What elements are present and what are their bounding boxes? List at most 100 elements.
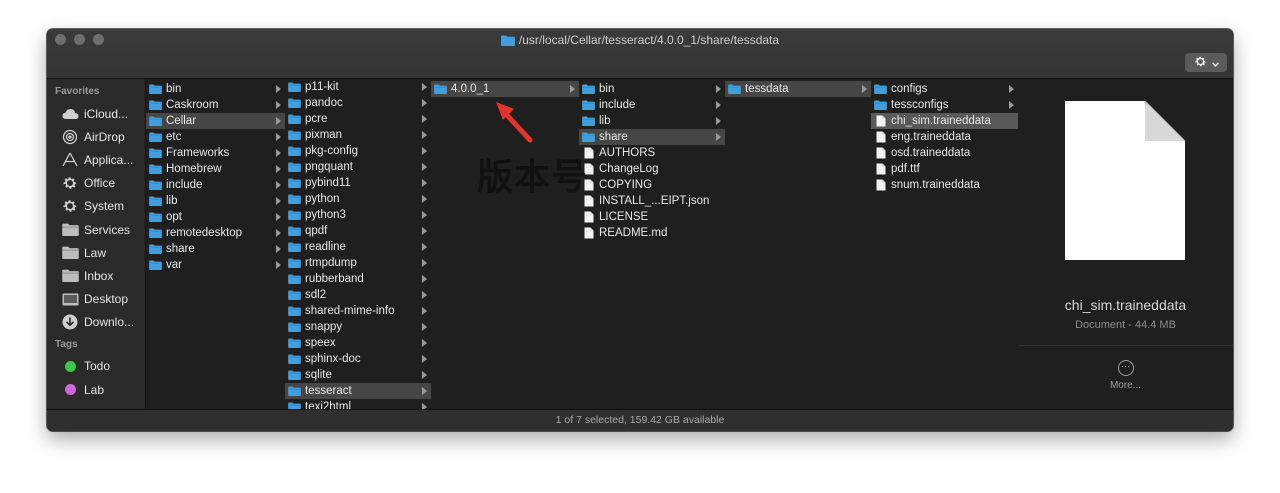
list-item[interactable]: ChangeLog xyxy=(579,161,725,177)
list-item[interactable]: INSTALL_...EIPT.json xyxy=(579,193,725,209)
folder-icon xyxy=(61,223,79,237)
list-item[interactable]: Caskroom xyxy=(146,97,285,113)
item-label: snappy xyxy=(305,321,343,333)
list-item[interactable]: pandoc xyxy=(285,95,431,111)
item-label: opt xyxy=(166,211,182,223)
sidebar-item-services[interactable]: Services xyxy=(47,218,145,241)
list-item[interactable]: tessdata xyxy=(725,81,871,97)
list-item[interactable]: share xyxy=(579,129,725,145)
list-item[interactable]: qpdf xyxy=(285,223,431,239)
sidebar-item-downlo[interactable]: Downlo... xyxy=(47,311,145,334)
chevron-right-icon xyxy=(422,339,427,347)
item-label: tesseract xyxy=(305,385,352,397)
list-item[interactable]: sphinx-doc xyxy=(285,351,431,367)
sidebar-item-label: Applica... xyxy=(84,152,134,167)
list-item[interactable]: chi_sim.traineddata xyxy=(871,113,1018,129)
list-item[interactable]: pixman xyxy=(285,127,431,143)
list-item[interactable]: Homebrew xyxy=(146,161,285,177)
folder-icon xyxy=(288,82,301,93)
folder-icon xyxy=(288,386,301,397)
chevron-right-icon xyxy=(276,85,281,93)
item-label: pcre xyxy=(305,113,328,125)
sidebar-item-label: Downlo... xyxy=(84,315,135,330)
sidebar-tag-lab[interactable]: Lab xyxy=(47,378,145,401)
folder-icon xyxy=(288,146,301,157)
list-item[interactable]: snum.traineddata xyxy=(871,177,1018,193)
chevron-right-icon xyxy=(276,101,281,109)
list-item[interactable]: include xyxy=(146,177,285,193)
chevron-right-icon xyxy=(570,85,575,93)
list-item[interactable]: texi2html xyxy=(285,399,431,409)
list-item[interactable]: python xyxy=(285,191,431,207)
chevron-right-icon xyxy=(716,133,721,141)
list-item[interactable]: COPYING xyxy=(579,177,725,193)
item-label: sdl2 xyxy=(305,289,327,301)
item-label: tessdata xyxy=(745,83,789,95)
folder-icon xyxy=(500,34,515,50)
list-item[interactable]: share xyxy=(146,241,285,257)
list-item[interactable]: lib xyxy=(146,193,285,209)
chevron-right-icon xyxy=(276,133,281,141)
sidebar-item-system[interactable]: System xyxy=(47,195,145,218)
chevron-right-icon xyxy=(422,371,427,379)
more-button[interactable]: ··· More... xyxy=(1018,360,1233,391)
sidebar-item-icloud[interactable]: iCloud... xyxy=(47,102,145,125)
list-item[interactable]: bin xyxy=(146,81,285,97)
chevron-right-icon xyxy=(422,259,427,267)
list-item[interactable]: include xyxy=(579,97,725,113)
list-item[interactable]: remotedesktop xyxy=(146,225,285,241)
list-item[interactable]: pcre xyxy=(285,111,431,127)
item-label: texi2html xyxy=(305,401,352,409)
sidebar-item-law[interactable]: Law xyxy=(47,241,145,264)
list-item[interactable]: var xyxy=(146,257,285,273)
item-label: python3 xyxy=(305,209,346,221)
sidebar-tag-todo[interactable]: Todo xyxy=(47,355,145,378)
list-item[interactable]: tesseract xyxy=(285,383,431,399)
list-item[interactable]: pdf.ttf xyxy=(871,161,1018,177)
sidebar-item-office[interactable]: Office xyxy=(47,172,145,195)
folder-icon xyxy=(288,226,301,237)
list-item[interactable]: pkg-config xyxy=(285,143,431,159)
list-item[interactable]: shared-mime-info xyxy=(285,303,431,319)
list-item[interactable]: lib xyxy=(579,113,725,129)
list-item[interactable]: opt xyxy=(146,209,285,225)
list-item[interactable]: LICENSE xyxy=(579,209,725,225)
tag-dot-icon xyxy=(61,383,79,397)
list-item[interactable]: AUTHORS xyxy=(579,145,725,161)
item-label: bin xyxy=(166,83,182,95)
list-item[interactable]: sqlite xyxy=(285,367,431,383)
sidebar-item-label: Services xyxy=(84,222,131,237)
sidebar-item-desktop[interactable]: Desktop xyxy=(47,288,145,311)
action-button[interactable] xyxy=(1185,53,1227,72)
sidebar: Favorites iCloud... AirDrop Applica... Offic… xyxy=(47,79,146,409)
list-item[interactable]: python3 xyxy=(285,207,431,223)
folder-icon xyxy=(288,402,301,409)
list-item[interactable]: pngquant xyxy=(285,159,431,175)
list-item[interactable]: README.md xyxy=(579,225,725,241)
list-item[interactable]: eng.traineddata xyxy=(871,129,1018,145)
list-item[interactable]: rtmpdump xyxy=(285,255,431,271)
list-item[interactable]: rubberband xyxy=(285,271,431,287)
list-item[interactable]: osd.traineddata xyxy=(871,145,1018,161)
item-label: README.md xyxy=(599,227,668,239)
chevron-right-icon xyxy=(422,179,427,187)
list-item[interactable]: 4.0.0_1 xyxy=(431,81,579,97)
list-item[interactable]: sdl2 xyxy=(285,287,431,303)
sidebar-item-applica[interactable]: Applica... xyxy=(47,148,145,171)
list-item[interactable]: Frameworks xyxy=(146,145,285,161)
list-item[interactable]: configs xyxy=(871,81,1018,97)
list-item[interactable]: readline xyxy=(285,239,431,255)
list-item[interactable]: p11-kit xyxy=(285,79,431,95)
list-item[interactable]: bin xyxy=(579,81,725,97)
chevron-right-icon xyxy=(422,307,427,315)
list-item[interactable]: tessconfigs xyxy=(871,97,1018,113)
list-item[interactable]: snappy xyxy=(285,319,431,335)
sidebar-item-airdrop[interactable]: AirDrop xyxy=(47,125,145,148)
item-label: AUTHORS xyxy=(599,147,656,159)
list-item[interactable]: etc xyxy=(146,129,285,145)
list-item[interactable]: speex xyxy=(285,335,431,351)
list-item[interactable]: pybind11 xyxy=(285,175,431,191)
list-item[interactable]: Cellar xyxy=(146,113,285,129)
sidebar-item-inbox[interactable]: Inbox xyxy=(47,264,145,287)
sidebar-item-label: Office xyxy=(84,176,116,191)
